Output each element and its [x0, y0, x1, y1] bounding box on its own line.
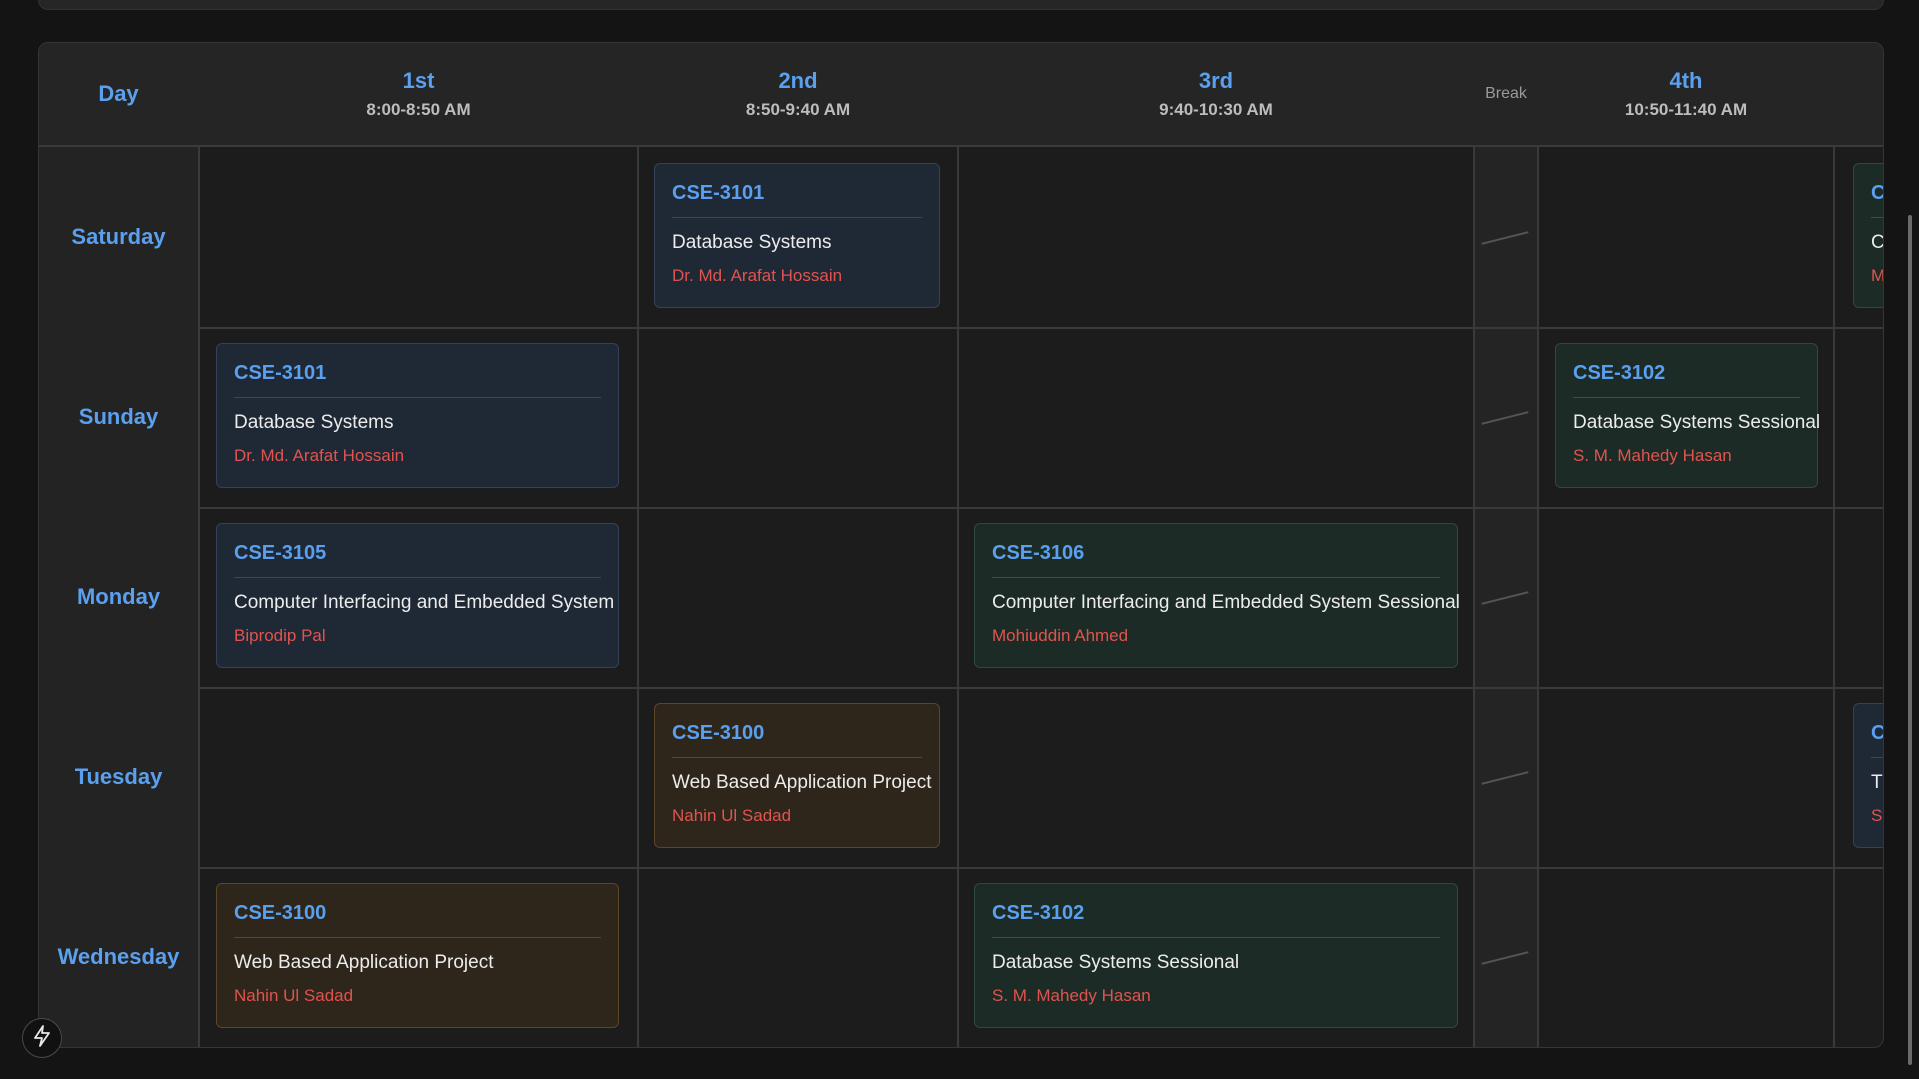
grid-divider	[637, 147, 639, 1047]
class-card[interactable]: CSE-3100 Web Based Application Project N…	[216, 883, 619, 1028]
course-teacher: S. M. Mahedy Hasan	[1573, 446, 1732, 465]
day-label-tuesday: Tuesday	[74, 764, 163, 789]
class-card[interactable]: C Tl Sy	[1853, 703, 1883, 848]
period-time: 8:00-8:50 AM	[366, 100, 471, 119]
grid-divider	[1537, 147, 1539, 1047]
course-code: CSE-3106	[992, 542, 1440, 578]
top-panel-edge	[38, 0, 1884, 10]
grid-divider	[198, 327, 1883, 329]
period-label: 2nd	[778, 68, 818, 93]
header-period-3: 3rd 9:40-10:30 AM	[959, 43, 1473, 145]
course-name: Web Based Application Project	[672, 772, 932, 793]
header-day: Day	[39, 43, 198, 145]
course-name: Web Based Application Project	[234, 952, 494, 973]
course-name: Database Systems Sessional	[992, 952, 1240, 973]
table-header: Day 1st 8:00-8:50 AM 2nd 8:50-9:40 AM 3r…	[39, 43, 1883, 147]
header-break: Break	[1475, 43, 1537, 145]
period-label: 4th	[1669, 68, 1703, 93]
header-period-2: 2nd 8:50-9:40 AM	[639, 43, 957, 145]
grid-divider	[957, 147, 959, 1047]
course-code: CSE-3100	[672, 722, 922, 758]
grid-divider	[198, 687, 1883, 689]
course-code: CSE-3102	[992, 902, 1440, 938]
course-teacher: Mohiuddin Ahmed	[992, 626, 1129, 645]
class-card[interactable]: C C M	[1853, 163, 1884, 308]
day-label-saturday: Saturday	[71, 224, 166, 249]
header-period-1: 1st 8:00-8:50 AM	[200, 43, 637, 145]
course-name: Computer Interfacing and Embedded System…	[992, 592, 1460, 613]
grid-divider	[198, 867, 1883, 869]
lightning-bolt-icon	[32, 1024, 52, 1052]
class-card[interactable]: CSE-3100 Web Based Application Project N…	[654, 703, 940, 848]
course-name: C	[1871, 232, 1884, 253]
course-teacher: M	[1871, 266, 1884, 285]
course-teacher: Dr. Md. Arafat Hossain	[234, 446, 405, 465]
grid-divider	[198, 507, 1883, 509]
grid-divider	[1473, 147, 1475, 1047]
course-teacher: Biprodip Pal	[234, 626, 326, 645]
day-label-wednesday: Wednesday	[57, 944, 180, 969]
course-code: CSE-3101	[234, 362, 601, 398]
period-time: 8:50-9:40 AM	[745, 100, 851, 119]
quick-action-button[interactable]	[22, 1018, 62, 1058]
period-label: 3rd	[1198, 68, 1234, 93]
class-card[interactable]: CSE-3101 Database Systems Dr. Md. Arafat…	[654, 163, 940, 308]
class-card[interactable]: CSE-3102 Database Systems Sessional S. M…	[1555, 343, 1821, 488]
class-card[interactable]: CSE-3102 Database Systems Sessional S. M…	[974, 883, 1458, 1028]
course-code: CSE-3101	[672, 182, 922, 218]
day-label-monday: Monday	[76, 584, 161, 609]
class-card[interactable]: CSE-3106 Computer Interfacing and Embedd…	[974, 523, 1460, 668]
class-card[interactable]: CSE-3105 Computer Interfacing and Embedd…	[216, 523, 619, 668]
course-name: Database Systems Sessional	[1573, 412, 1821, 433]
period-label: 1st	[402, 68, 435, 93]
course-name: Database Systems	[672, 232, 832, 253]
course-code: C	[1871, 182, 1883, 218]
course-teacher: Sy	[1871, 806, 1883, 825]
header-day-label: Day	[98, 81, 139, 106]
class-card[interactable]: CSE-3101 Database Systems Dr. Md. Arafat…	[216, 343, 619, 488]
course-code: C	[1871, 722, 1883, 758]
course-code: CSE-3102	[1573, 362, 1800, 398]
course-teacher: Nahin Ul Sadad	[672, 806, 792, 825]
course-code: CSE-3100	[234, 902, 601, 938]
course-teacher: Nahin Ul Sadad	[234, 986, 354, 1005]
grid-divider	[1833, 147, 1835, 1047]
course-name: Database Systems	[234, 412, 394, 433]
course-code: CSE-3105	[234, 542, 601, 578]
routine-table: Day 1st 8:00-8:50 AM 2nd 8:50-9:40 AM 3r…	[38, 42, 1884, 1048]
header-period-4: 4th 10:50-11:40 AM	[1539, 43, 1833, 145]
course-name: Tl	[1871, 772, 1883, 793]
course-name: Computer Interfacing and Embedded System	[234, 592, 615, 613]
period-time: 9:40-10:30 AM	[1159, 100, 1273, 119]
course-teacher: S. M. Mahedy Hasan	[992, 986, 1151, 1005]
period-time: 10:50-11:40 AM	[1624, 100, 1748, 119]
course-teacher: Dr. Md. Arafat Hossain	[672, 266, 843, 285]
break-label: Break	[1485, 85, 1527, 102]
day-label-sunday: Sunday	[78, 404, 159, 429]
vertical-scrollbar[interactable]	[1908, 215, 1912, 1065]
day-column: Saturday Sunday Monday Tuesday Wednesday	[39, 147, 200, 1047]
